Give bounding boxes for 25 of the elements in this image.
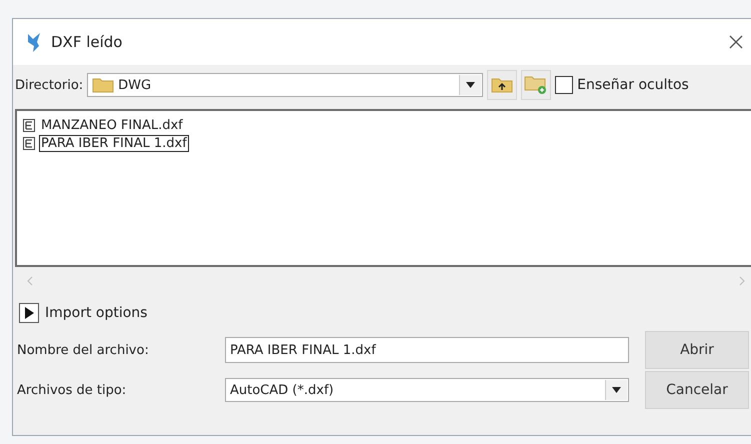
document-icon: [23, 137, 35, 150]
caret-icon: [466, 82, 476, 88]
directory-dropdown[interactable]: DWG: [87, 73, 484, 97]
folder-icon: [92, 77, 114, 93]
new-folder-icon: [524, 75, 548, 95]
show-hidden-checkbox[interactable]: [555, 76, 574, 94]
import-options-toggle[interactable]: Import options: [13, 295, 751, 331]
open-button[interactable]: Abrir: [645, 331, 749, 369]
close-icon[interactable]: [729, 35, 743, 49]
file-type-dropdown[interactable]: AutoCAD (*.dxf): [225, 378, 629, 402]
show-hidden-label: Enseñar ocultos: [577, 77, 689, 93]
file-type-label: Archivos de tipo:: [17, 382, 128, 398]
parent-folder-button[interactable]: [487, 70, 518, 100]
file-item[interactable]: MANZANEO FINAL.dxf: [39, 117, 185, 134]
file-name-field[interactable]: PARA IBER FINAL 1.dxf: [225, 337, 629, 363]
file-item[interactable]: PARA IBER FINAL 1.dxf: [39, 135, 189, 152]
cancel-button[interactable]: Cancelar: [645, 371, 749, 409]
caret-icon: [612, 387, 621, 393]
document-icon: [23, 119, 35, 132]
app-icon: [27, 32, 41, 52]
folder-up-icon: [491, 77, 514, 93]
directory-label: Directorio:: [15, 78, 84, 92]
window-title: DXF leído: [51, 33, 124, 51]
expand-icon: [19, 303, 39, 323]
file-name-label: Nombre del archivo:: [17, 342, 150, 358]
